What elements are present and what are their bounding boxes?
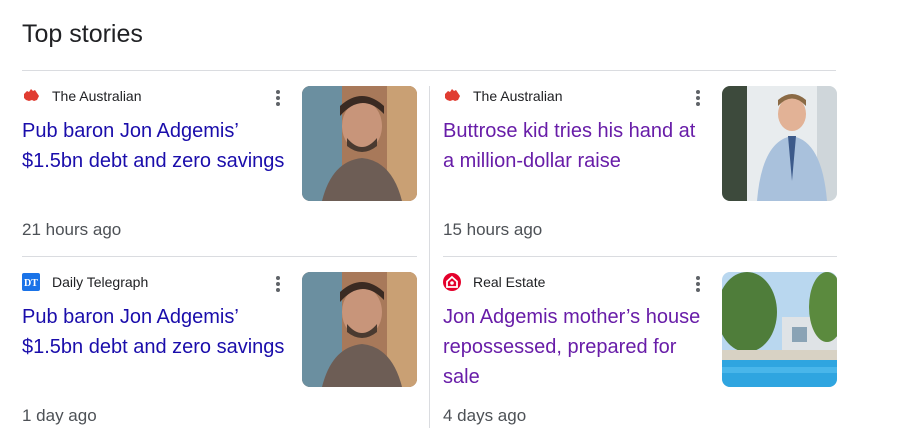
- source-row: DT Daily Telegraph: [22, 272, 148, 292]
- news-card[interactable]: Real Estate Jon Adgemis mother’s house r…: [443, 272, 837, 432]
- australia-map-icon: [22, 87, 40, 105]
- house-logo-icon: [443, 273, 461, 291]
- headline-link[interactable]: Pub baron Jon Adgemis’ $1.5bn debt and z…: [22, 302, 290, 362]
- news-card[interactable]: DT Daily Telegraph Pub baron Jon Adgemis…: [22, 272, 418, 432]
- column-divider: [429, 86, 430, 428]
- source-name: The Australian: [52, 88, 142, 104]
- source-name: Daily Telegraph: [52, 274, 149, 290]
- timestamp: 15 hours ago: [443, 220, 543, 239]
- more-options-icon[interactable]: [272, 88, 284, 108]
- headline-link[interactable]: Jon Adgemis mother’s house repossessed, …: [443, 302, 711, 392]
- source-row: The Australian: [22, 86, 142, 106]
- row-divider: [22, 256, 417, 257]
- source-name: The Australian: [473, 88, 563, 104]
- svg-text:DT: DT: [24, 278, 38, 289]
- source-name: Real Estate: [473, 274, 546, 290]
- source-row: Real Estate: [443, 272, 545, 292]
- row-divider: [443, 256, 837, 257]
- timestamp: 21 hours ago: [22, 220, 122, 239]
- man-portrait-thumbnail[interactable]: [302, 86, 417, 201]
- timestamp: 1 day ago: [22, 406, 97, 425]
- section-title: Top stories: [22, 20, 143, 48]
- more-options-icon[interactable]: [272, 274, 284, 294]
- headline-link[interactable]: Pub baron Jon Adgemis’ $1.5bn debt and z…: [22, 116, 290, 176]
- divider: [22, 70, 836, 71]
- dt-logo-icon: DT: [22, 273, 40, 291]
- headline-link[interactable]: Buttrose kid tries his hand at a million…: [443, 116, 711, 176]
- man-portrait-thumbnail[interactable]: [302, 272, 417, 387]
- source-row: The Australian: [443, 86, 563, 106]
- australia-map-icon: [443, 87, 461, 105]
- more-options-icon[interactable]: [692, 88, 704, 108]
- man-in-shirt-thumbnail[interactable]: [722, 86, 837, 201]
- news-card[interactable]: The Australian Pub baron Jon Adgemis’ $1…: [22, 86, 418, 246]
- pool-house-thumbnail[interactable]: [722, 272, 837, 387]
- news-card[interactable]: The Australian Buttrose kid tries his ha…: [443, 86, 837, 246]
- timestamp: 4 days ago: [443, 406, 527, 425]
- more-options-icon[interactable]: [692, 274, 704, 294]
